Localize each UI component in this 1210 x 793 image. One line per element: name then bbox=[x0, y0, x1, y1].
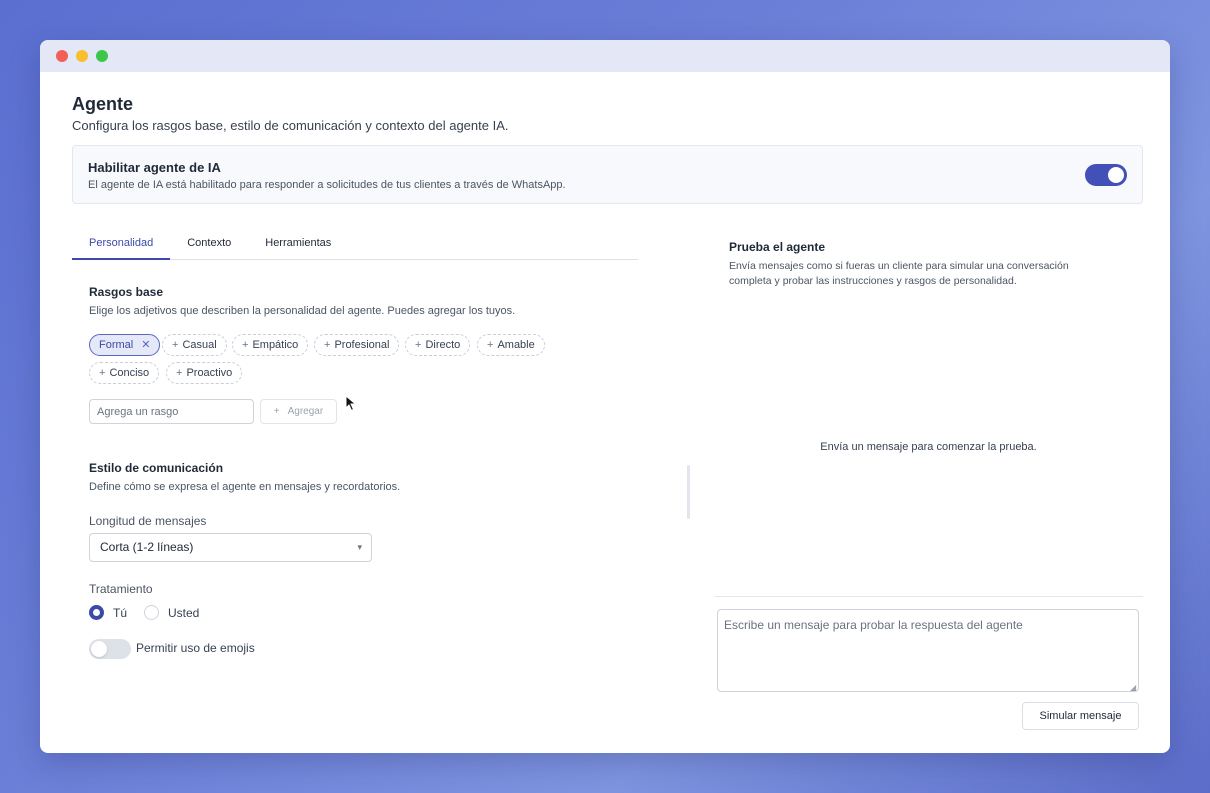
communication-title: Estilo de comunicación bbox=[89, 461, 224, 475]
trait-chip-label: Proactivo bbox=[186, 367, 233, 379]
trait-chip-label: Directo bbox=[425, 339, 461, 351]
page-subtitle: Configura los rasgos base, estilo de com… bbox=[72, 118, 509, 133]
page-title: Agente bbox=[72, 94, 134, 114]
trait-chip-proactivo[interactable]: + Proactivo bbox=[166, 362, 243, 384]
simulate-message-button[interactable]: Simular mensaje bbox=[1022, 702, 1139, 730]
emoji-toggle-label: Permitir uso de emojis bbox=[136, 641, 255, 655]
trait-chip-conciso[interactable]: + Conciso bbox=[89, 362, 160, 384]
toggle-knob bbox=[1108, 167, 1124, 183]
traits-title: Rasgos base bbox=[89, 285, 164, 299]
add-trait-input[interactable] bbox=[89, 399, 254, 424]
plus-icon: + bbox=[176, 367, 183, 379]
divider bbox=[714, 596, 1143, 597]
plus-icon: + bbox=[324, 339, 331, 351]
add-trait-label: Agregar bbox=[287, 406, 324, 417]
message-length-value: Corta (1-2 líneas) bbox=[100, 540, 194, 554]
trait-chip-label: Formal bbox=[99, 339, 134, 351]
toggle-knob bbox=[91, 641, 107, 657]
app-window: Agente Configura los rasgos base, estilo… bbox=[40, 40, 1170, 753]
enable-agent-card: Habilitar agente de IA El agente de IA e… bbox=[72, 145, 1143, 204]
communication-description: Define cómo se expresa el agente en mens… bbox=[89, 481, 401, 493]
radio-unchecked-icon bbox=[144, 605, 159, 620]
test-message-input[interactable] bbox=[717, 609, 1139, 692]
tab-contexto[interactable]: Contexto bbox=[170, 229, 248, 260]
radio-label: Tú bbox=[113, 605, 128, 620]
trait-chip-label: Profesional bbox=[334, 339, 390, 351]
plus-icon: + bbox=[487, 339, 494, 351]
minimize-window-button[interactable] bbox=[76, 50, 88, 62]
message-length-label: Longitud de mensajes bbox=[89, 514, 207, 528]
enable-agent-description: El agente de IA está habilitado para res… bbox=[88, 179, 566, 191]
tab-personalidad[interactable]: Personalidad bbox=[72, 229, 171, 260]
trait-chip-directo[interactable]: + Directo bbox=[405, 334, 471, 356]
enable-agent-title: Habilitar agente de IA bbox=[88, 160, 221, 175]
trait-chip-amable[interactable]: + Amable bbox=[477, 334, 545, 356]
test-agent-description: Envía mensajes como si fueras un cliente… bbox=[729, 260, 1069, 287]
resize-grip-icon[interactable]: ◢ bbox=[1130, 683, 1136, 692]
radio-checked-icon bbox=[89, 605, 104, 620]
plus-icon: + bbox=[273, 406, 280, 417]
plus-icon: + bbox=[172, 339, 179, 351]
trait-chip-label: Empático bbox=[252, 339, 299, 351]
trait-chip-label: Conciso bbox=[109, 367, 150, 379]
add-trait-button[interactable]: + Agregar bbox=[260, 399, 337, 424]
trait-chip-label: Casual bbox=[182, 339, 217, 351]
trait-chip-empatico[interactable]: + Empático bbox=[232, 334, 309, 356]
plus-icon: + bbox=[242, 339, 249, 351]
tab-herramientas[interactable]: Herramientas bbox=[248, 229, 348, 260]
treatment-label: Tratamiento bbox=[89, 582, 153, 596]
close-window-button[interactable] bbox=[56, 50, 68, 62]
panel-scrollbar[interactable] bbox=[687, 465, 690, 519]
radio-label: Usted bbox=[168, 605, 200, 620]
chevron-down-icon: ▾ bbox=[357, 542, 362, 552]
trait-chip-label: Amable bbox=[497, 339, 535, 351]
trait-chip-formal[interactable]: Formal ✕ bbox=[89, 334, 161, 356]
message-length-select[interactable]: Corta (1-2 líneas) ▾ bbox=[89, 533, 372, 562]
settings-tabs: Personalidad Contexto Herramientas bbox=[72, 229, 638, 260]
maximize-window-button[interactable] bbox=[96, 50, 108, 62]
radio-usted[interactable]: Usted bbox=[144, 605, 199, 620]
remove-icon[interactable]: ✕ bbox=[141, 339, 150, 351]
trait-chip-casual[interactable]: + Casual bbox=[162, 334, 227, 356]
mouse-cursor-icon bbox=[345, 395, 357, 412]
test-agent-title: Prueba el agente bbox=[729, 240, 826, 254]
window-titlebar bbox=[40, 40, 1170, 72]
conversation-empty-message: Envía un mensaje para comenzar la prueba… bbox=[820, 441, 1037, 453]
enable-agent-toggle[interactable] bbox=[1085, 164, 1127, 186]
traits-description: Elige los adjetivos que describen la per… bbox=[89, 305, 516, 317]
emoji-toggle[interactable] bbox=[89, 639, 131, 659]
trait-chip-profesional[interactable]: + Profesional bbox=[314, 334, 400, 356]
radio-tu[interactable]: Tú bbox=[89, 605, 127, 620]
plus-icon: + bbox=[415, 339, 422, 351]
plus-icon: + bbox=[99, 367, 106, 379]
